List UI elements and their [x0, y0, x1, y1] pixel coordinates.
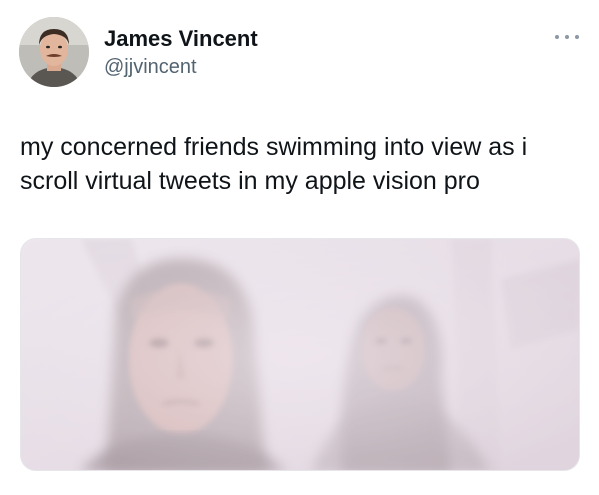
more-dot — [555, 35, 559, 39]
author-info: James Vincent @jjvincent — [104, 26, 258, 79]
author-display-name[interactable]: James Vincent — [104, 26, 258, 52]
more-horizontal-icon[interactable] — [555, 30, 579, 44]
more-dot — [575, 35, 579, 39]
tweet-text-line: scroll virtual tweets in my apple vision… — [20, 167, 480, 195]
tweet-media-image[interactable] — [20, 238, 580, 471]
tweet-text-line: my concerned friends swimming into view … — [20, 133, 528, 161]
avatar-portrait — [19, 17, 89, 87]
more-dot — [565, 35, 569, 39]
tweet-card: James Vincent @jjvincent my concerned fr… — [0, 0, 599, 495]
author-handle[interactable]: @jjvincent — [104, 55, 258, 79]
author-avatar[interactable] — [19, 17, 89, 87]
tweet-text: my concerned friends swimming into view … — [20, 130, 580, 198]
media-scene — [21, 239, 579, 470]
